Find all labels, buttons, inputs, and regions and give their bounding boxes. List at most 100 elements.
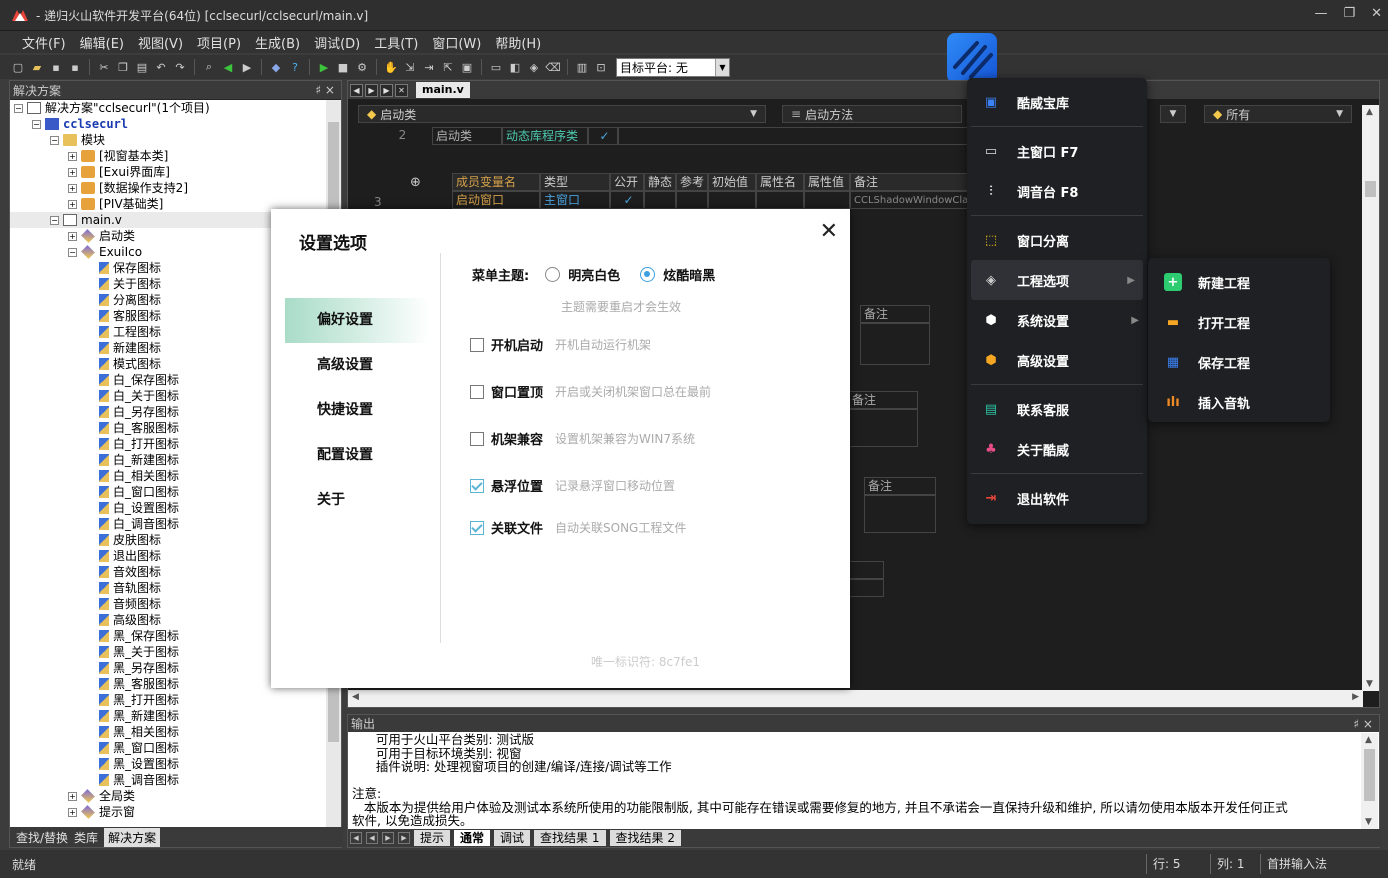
tree-node[interactable]: + [Exui界面库]	[10, 164, 326, 180]
tab-prev-icon[interactable]: ◀	[366, 832, 378, 844]
option-checkbox[interactable]	[470, 337, 484, 352]
tree-node[interactable]: + [数据操作支持2]	[10, 180, 326, 196]
output-tab[interactable]: 通常	[454, 830, 491, 846]
expand-icon[interactable]: +	[68, 807, 77, 817]
settings-nav-item[interactable]: 偏好设置	[285, 298, 430, 343]
cut-icon[interactable]: ✂	[96, 59, 112, 75]
panel-pin-close[interactable]: ♯ ×	[1353, 717, 1373, 731]
add-member-icon[interactable]: ⊕	[410, 175, 421, 190]
close-window-button[interactable]: ✕	[1371, 6, 1382, 21]
tab-next-icon[interactable]: ▶	[382, 832, 394, 844]
forward-icon[interactable]: ▶	[239, 59, 255, 75]
menu-help[interactable]: 帮助(H)	[495, 33, 541, 52]
tab-last-icon[interactable]: ▶	[398, 832, 410, 844]
menu-item[interactable]: ♣ 关于酷威	[967, 429, 1147, 469]
tab-close-icon[interactable]: ✕	[395, 83, 408, 97]
submenu-item[interactable]: ▦ 保存工程	[1148, 342, 1330, 382]
option-label[interactable]: 窗口置顶	[491, 382, 543, 401]
chevron-down-icon[interactable]: ▼	[715, 58, 729, 76]
tree-node[interactable]: 黑_新建图标	[10, 708, 326, 724]
tab-prev-icon[interactable]: ◀	[350, 83, 363, 97]
stack-icon[interactable]: ◧	[507, 59, 523, 75]
menu-edit[interactable]: 编辑(E)	[80, 33, 124, 52]
back-icon[interactable]: ◀	[220, 59, 236, 75]
menu-item[interactable]: ⫶ 调音台 F8	[967, 171, 1147, 211]
tree-node[interactable]: 黑_设置图标	[10, 756, 326, 772]
menu-item[interactable]: ⬢ 系统设置 ▶	[967, 300, 1147, 340]
class-combo[interactable]: ◆ 启动类 ▼	[358, 105, 766, 123]
option-label[interactable]: 机架兼容	[491, 429, 543, 448]
run-icon[interactable]: ▶	[316, 59, 332, 75]
editor-hscrollbar[interactable]: ◀ ▶	[348, 690, 1363, 707]
menu-item[interactable]: ⬢ 高级设置	[967, 340, 1147, 380]
help-icon[interactable]: ?	[287, 59, 303, 75]
scrollbar-thumb[interactable]	[1365, 181, 1376, 197]
member-init-cell[interactable]	[708, 191, 756, 209]
option-checkbox[interactable]	[470, 478, 484, 493]
member-name-cell[interactable]: 启动窗口	[452, 191, 540, 209]
menu-item[interactable]: ▤ 联系客服	[967, 389, 1147, 429]
class-name-cell[interactable]: 启动类	[432, 127, 502, 145]
member-ref-cell[interactable]	[676, 191, 708, 209]
menu-item[interactable]: ⬚ 窗口分离	[967, 220, 1147, 260]
note-cell[interactable]	[618, 127, 968, 145]
tree-node[interactable]: − 模块	[10, 132, 326, 148]
output-tab[interactable]: 调试	[494, 830, 531, 846]
option-label[interactable]: 开机启动	[491, 335, 543, 354]
stop-icon[interactable]: ■	[335, 59, 351, 75]
left-tab[interactable]: 解决方案	[104, 827, 161, 847]
copy-icon[interactable]: ❐	[115, 59, 131, 75]
tree-node[interactable]: 黑_窗口图标	[10, 740, 326, 756]
scroll-down-icon[interactable]: ▼	[1366, 679, 1373, 689]
redo-icon[interactable]: ↷	[172, 59, 188, 75]
expand-icon[interactable]: +	[68, 167, 77, 177]
expand-icon[interactable]: +	[68, 199, 77, 209]
collapse-icon[interactable]: −	[32, 119, 41, 129]
expand-icon[interactable]: +	[68, 183, 77, 193]
plugin-icon[interactable]: ◆	[268, 59, 284, 75]
tab-first-icon[interactable]: ◀	[350, 832, 362, 844]
submenu-item[interactable]: ▬ 打开工程	[1148, 302, 1330, 342]
theme-dark-label[interactable]: 炫酷暗黑	[663, 265, 715, 284]
filter-combo[interactable]: ◆ 所有 ▼	[1204, 105, 1352, 123]
settings-nav-item[interactable]: 高级设置	[285, 343, 430, 388]
option-checkbox[interactable]	[470, 384, 484, 399]
tree-node[interactable]: 黑_打开图标	[10, 692, 326, 708]
theme-light-label[interactable]: 明亮白色	[568, 265, 620, 284]
paste-icon[interactable]: ▤	[134, 59, 150, 75]
breakpoint-icon[interactable]: ▣	[459, 59, 475, 75]
menu-window[interactable]: 窗口(W)	[432, 33, 481, 52]
menu-item[interactable]: ⇥ 退出软件	[967, 478, 1147, 518]
menu-debug[interactable]: 调试(D)	[314, 33, 360, 52]
combo-arrow[interactable]: ▼	[1160, 105, 1186, 123]
hand-icon[interactable]: ✋	[383, 59, 399, 75]
theme-light-radio[interactable]	[545, 267, 561, 282]
scroll-up-icon[interactable]: ▲	[1365, 735, 1372, 745]
watch-icon[interactable]: ▭	[488, 59, 504, 75]
menu-build[interactable]: 生成(B)	[255, 33, 300, 52]
member-public-check[interactable]: ✓	[610, 191, 644, 209]
target-platform-select[interactable]: 目标平台: 无 ▼	[616, 57, 730, 77]
tab-next-icon[interactable]: ▶	[365, 83, 378, 97]
tree-node[interactable]: 黑_调音图标	[10, 772, 326, 788]
step-over-icon[interactable]: ⇥	[421, 59, 437, 75]
submenu-item[interactable]: ılı 插入音轨	[1148, 382, 1330, 422]
dialog-close-button[interactable]: ✕	[820, 219, 838, 244]
member-prop-name-cell[interactable]	[756, 191, 804, 209]
save-all-icon[interactable]: ▪	[67, 59, 83, 75]
menu-item[interactable]: ▣ 酷威宝库	[967, 82, 1147, 122]
open-folder-icon[interactable]: ▰	[29, 59, 45, 75]
tree-node[interactable]: + 全局类	[10, 788, 326, 804]
tree-node[interactable]: + 提示窗	[10, 804, 326, 820]
clear-icon[interactable]: ⌫	[545, 59, 561, 75]
collapse-icon[interactable]: −	[68, 247, 77, 257]
option-label[interactable]: 悬浮位置	[491, 476, 543, 495]
submenu-item[interactable]: + 新建工程	[1148, 262, 1330, 302]
member-static-cell[interactable]	[644, 191, 676, 209]
menu-file[interactable]: 文件(F)	[22, 33, 66, 52]
expand-icon[interactable]: +	[68, 151, 77, 161]
output-tab[interactable]: 查找结果 1	[534, 830, 606, 846]
menu-project[interactable]: 项目(P)	[197, 33, 241, 52]
scrollbar-thumb[interactable]	[1364, 749, 1375, 801]
base-class-cell[interactable]: 动态库程序类	[502, 127, 588, 145]
